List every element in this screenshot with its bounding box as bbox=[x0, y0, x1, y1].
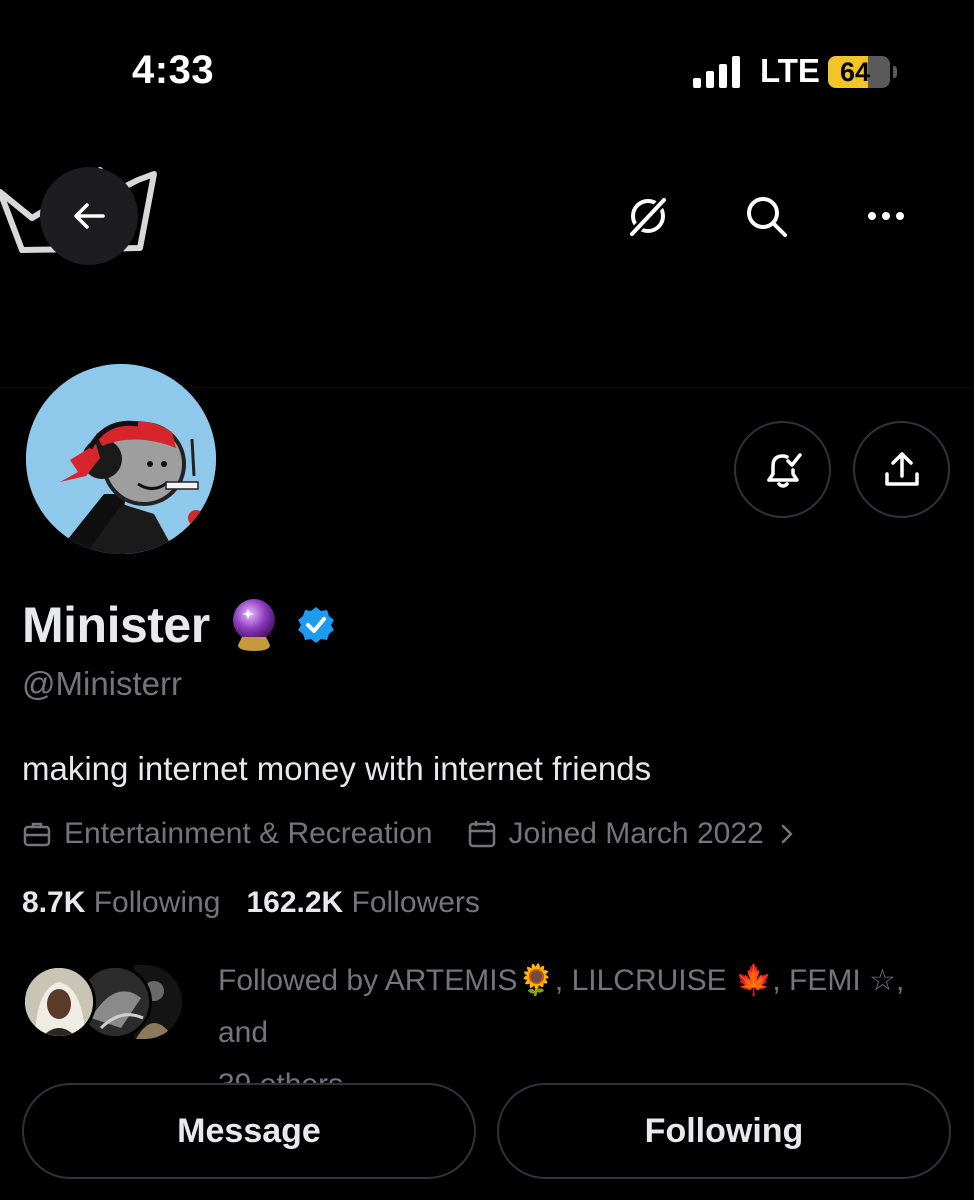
search-icon bbox=[747, 197, 787, 237]
followed-by-section[interactable]: Followed by ARTEMIS🌻, LILCRUISE 🍁, FEMI … bbox=[22, 955, 962, 1101]
battery-nub bbox=[893, 66, 897, 78]
following-stat[interactable]: 8.7K Following bbox=[22, 886, 220, 920]
grok-button[interactable] bbox=[622, 190, 674, 242]
signal-icon bbox=[693, 56, 740, 88]
stats-row: 8.7K Following 162.2K Followers bbox=[22, 886, 506, 920]
following-label: Following bbox=[93, 886, 221, 919]
battery-level: 64 bbox=[839, 57, 871, 87]
followed-by-name-2: LILCRUISE bbox=[571, 964, 727, 997]
crystal-ball-icon bbox=[232, 599, 275, 651]
verified-badge-icon[interactable] bbox=[296, 605, 336, 645]
briefcase-icon bbox=[23, 822, 51, 847]
profile-meta: Entertainment & Recreation Joined March … bbox=[22, 812, 796, 856]
bell-check-icon bbox=[766, 452, 802, 488]
following-count: 8.7K bbox=[22, 886, 86, 919]
bio-text: making internet money with internet frie… bbox=[22, 750, 652, 787]
follower-avatar-1 bbox=[22, 965, 96, 1039]
notifications-button[interactable] bbox=[734, 421, 831, 518]
followed-by-name-3: FEMI bbox=[789, 964, 861, 997]
profile-avatar[interactable] bbox=[22, 360, 220, 558]
followers-count: 162.2K bbox=[246, 886, 344, 919]
maple-leaf-icon: 🍁 bbox=[735, 964, 773, 997]
status-time: 4:33 bbox=[132, 48, 215, 92]
calendar-icon bbox=[468, 821, 495, 848]
sunflower-icon: 🌻 bbox=[517, 964, 555, 997]
user-handle: @Ministerr bbox=[22, 665, 183, 702]
joined-label: Joined March 2022 bbox=[508, 817, 764, 850]
network-type: LTE bbox=[760, 52, 820, 89]
category-item: Entertainment & Recreation bbox=[22, 817, 433, 851]
arrow-left-icon bbox=[74, 203, 105, 229]
grok-icon bbox=[627, 195, 669, 239]
search-button[interactable] bbox=[740, 190, 792, 242]
following-button[interactable]: Following bbox=[497, 1083, 951, 1179]
joined-item[interactable]: Joined March 2022 bbox=[467, 817, 796, 851]
star-icon: ☆ bbox=[869, 964, 896, 997]
share-icon bbox=[884, 451, 919, 486]
message-button[interactable]: Message bbox=[22, 1083, 476, 1179]
share-button[interactable] bbox=[853, 421, 950, 518]
avatar-image bbox=[26, 364, 216, 554]
followed-by-prefix: Followed by ARTEMIS bbox=[218, 964, 518, 997]
name-row: Minister bbox=[22, 592, 336, 658]
category-label: Entertainment & Recreation bbox=[64, 817, 433, 850]
followers-label: Followers bbox=[351, 886, 480, 919]
display-name: Minister bbox=[22, 597, 210, 653]
more-icon bbox=[868, 212, 904, 220]
status-bar: 4:33 LTE 64 bbox=[0, 0, 974, 130]
back-button[interactable] bbox=[40, 167, 138, 265]
follower-avatar-image-1 bbox=[25, 968, 93, 1036]
battery-icon: 64 bbox=[828, 56, 890, 88]
chevron-right-icon bbox=[781, 824, 792, 844]
followers-stat[interactable]: 162.2K Followers bbox=[246, 886, 479, 920]
more-button[interactable] bbox=[860, 190, 912, 242]
